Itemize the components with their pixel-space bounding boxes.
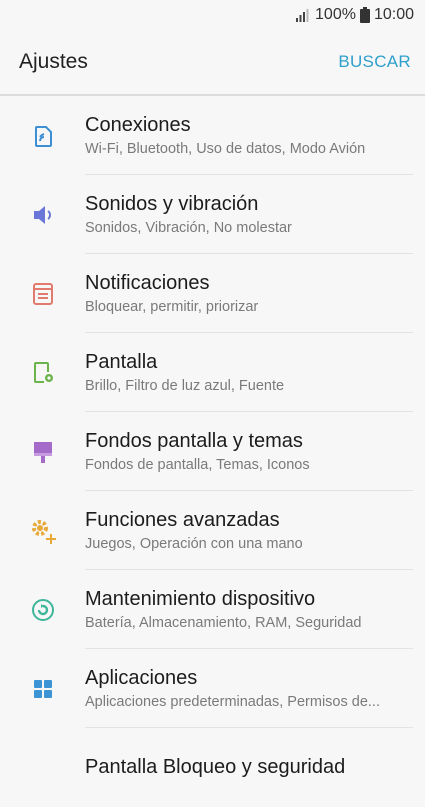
settings-item-sounds[interactable]: Sonidos y vibración Sonidos, Vibración, … [0,175,425,254]
settings-item-lockscreen[interactable]: Pantalla Bloqueo y seguridad [0,728,425,807]
advanced-features-icon [0,517,85,545]
device-maintenance-icon [0,597,85,623]
search-button[interactable]: BUSCAR [338,52,411,72]
settings-item-notifications[interactable]: Notificaciones Bloquear, permitir, prior… [0,254,425,333]
item-subtitle: Batería, Almacenamiento, RAM, Seguridad [85,614,362,631]
item-title: Fondos pantalla y temas [85,429,303,452]
battery-icon [359,7,370,23]
item-title: Sonidos y vibración [85,192,259,215]
settings-list: Conexiones Wi-Fi, Bluetooth, Uso de dato… [0,96,425,807]
apps-icon [0,676,85,702]
item-subtitle: Aplicaciones predeterminadas, Permisos d… [85,693,380,710]
display-icon [0,360,85,386]
settings-item-apps[interactable]: Aplicaciones Aplicaciones predeterminada… [0,649,425,728]
settings-item-advanced[interactable]: Funciones avanzadas Juegos, Operación co… [0,491,425,570]
settings-item-wallpapers[interactable]: Fondos pantalla y temas Fondos de pantal… [0,412,425,491]
sound-icon [0,202,85,228]
item-subtitle: Wi-Fi, Bluetooth, Uso de datos, Modo Avi… [85,140,366,157]
signal-icon [295,8,311,22]
item-title: Conexiones [85,113,191,136]
item-title: Pantalla [85,350,158,373]
item-subtitle: Bloquear, permitir, priorizar [85,298,259,315]
connections-icon [0,123,85,149]
item-title: Funciones avanzadas [85,508,280,531]
settings-item-maintenance[interactable]: Mantenimiento dispositivo Batería, Almac… [0,570,425,649]
item-subtitle: Juegos, Operación con una mano [85,535,303,552]
item-subtitle: Brillo, Filtro de luz azul, Fuente [85,377,285,394]
settings-item-connections[interactable]: Conexiones Wi-Fi, Bluetooth, Uso de dato… [0,96,425,175]
notifications-icon [0,281,85,307]
item-title: Aplicaciones [85,666,198,689]
wallpaper-icon [0,439,85,465]
item-subtitle: Fondos de pantalla, Temas, Iconos [85,456,310,473]
item-title: Mantenimiento dispositivo [85,587,316,610]
page-title: Ajustes [19,50,88,73]
item-title: Notificaciones [85,271,210,294]
battery-percent: 100% [315,6,356,23]
clock: 10:00 [373,6,414,23]
item-subtitle: Sonidos, Vibración, No molestar [85,219,292,236]
item-title: Pantalla Bloqueo y seguridad [85,755,346,778]
settings-item-display[interactable]: Pantalla Brillo, Filtro de luz azul, Fue… [0,333,425,412]
app-bar: Ajustes BUSCAR [0,30,425,94]
status-bar: 100% 10:00 [0,0,425,30]
